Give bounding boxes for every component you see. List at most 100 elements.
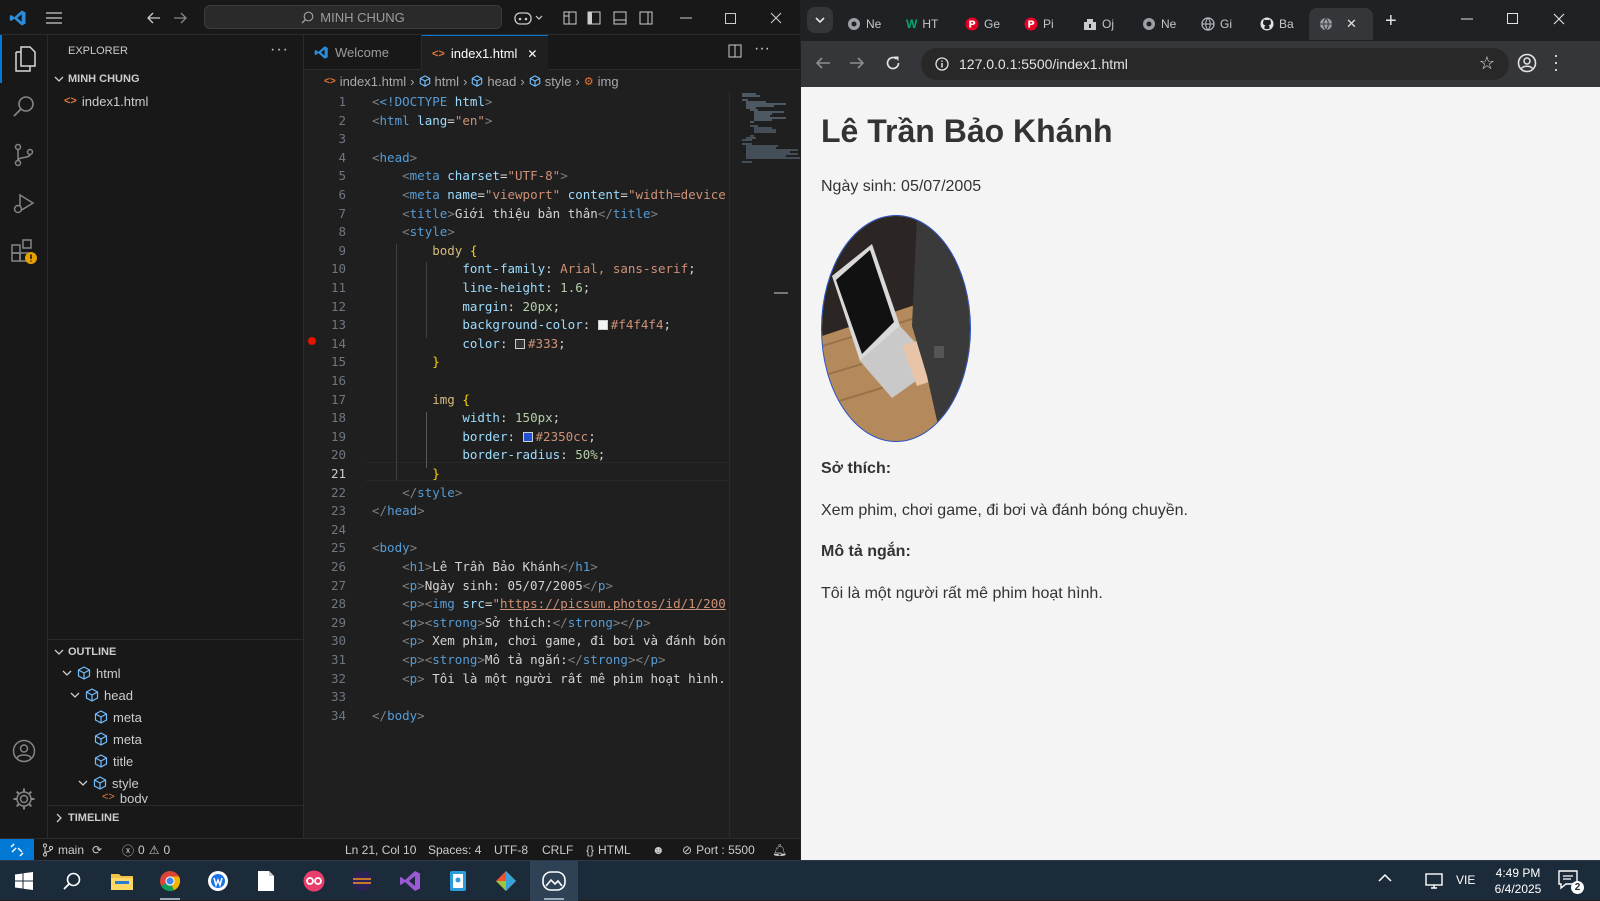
bookmark-star-icon[interactable]: ☆ <box>1479 53 1495 74</box>
command-center-search[interactable]: MINH CHUNG <box>204 5 502 29</box>
more-actions-icon[interactable]: ··· <box>270 41 289 59</box>
color-swatch[interactable] <box>522 431 533 442</box>
outline-item-html[interactable]: html <box>62 662 121 684</box>
visual-studio-icon[interactable] <box>386 861 434 901</box>
breadcrumb-item[interactable]: head <box>487 74 516 89</box>
back-arrow-icon[interactable] <box>144 8 164 28</box>
chrome-tab[interactable]: Gi <box>1191 8 1250 40</box>
more-actions-icon[interactable]: ··· <box>754 40 770 58</box>
timeline-header[interactable]: TIMELINE <box>48 805 304 829</box>
forward-arrow-icon[interactable] <box>849 55 865 71</box>
outline-item-title[interactable]: title <box>94 750 133 772</box>
search-icon[interactable] <box>0 83 48 131</box>
chrome-tab[interactable]: Ba <box>1250 8 1309 40</box>
chrome-tab[interactable]: W HT <box>896 8 955 40</box>
profile-icon[interactable] <box>1517 53 1537 73</box>
minimap[interactable] <box>729 92 800 838</box>
minimize-icon[interactable] <box>1461 12 1473 24</box>
eclipse-icon[interactable] <box>338 861 386 901</box>
chrome-tab-active[interactable]: ✕ <box>1309 8 1373 40</box>
back-arrow-icon[interactable] <box>815 55 831 71</box>
close-window-icon[interactable] <box>1553 13 1565 25</box>
language-mode[interactable]: {} HTML <box>586 839 631 861</box>
close-tab-icon[interactable]: ✕ <box>527 47 537 61</box>
photos-app-icon[interactable] <box>530 861 578 901</box>
breadcrumb-item[interactable]: img <box>598 74 619 89</box>
chrome-tab[interactable]: P Ge <box>955 8 1014 40</box>
close-window-icon[interactable] <box>766 8 786 28</box>
chrome-tab[interactable]: Ne <box>837 8 896 40</box>
maximize-icon[interactable] <box>1507 13 1518 24</box>
copilot-icon[interactable] <box>512 8 546 28</box>
reload-icon[interactable] <box>885 55 901 71</box>
extensions-icon[interactable] <box>0 227 48 275</box>
file-item-index1[interactable]: <> index1.html <box>64 90 148 112</box>
app-icon[interactable] <box>290 861 338 901</box>
code-editor[interactable]: 1 2 3 4 5 6 7 8 9 10 11 12 13 14 15 16 1… <box>304 92 729 838</box>
notification-center-icon[interactable]: 2 <box>1558 870 1584 894</box>
problems-indicator[interactable]: ⓧ 0 ⚠ 0 <box>122 839 170 861</box>
explorer-icon[interactable] <box>0 35 48 83</box>
indentation[interactable]: Spaces: 4 <box>428 839 481 861</box>
windows-start-icon[interactable] <box>0 861 48 901</box>
toggle-sidebar-icon[interactable] <box>584 8 604 28</box>
color-swatch[interactable] <box>515 338 526 349</box>
tab-welcome[interactable]: Welcome <box>304 35 422 70</box>
chevron-down-icon <box>70 692 80 698</box>
show-hidden-icons-chevron[interactable] <box>1378 873 1392 883</box>
breadcrumb-item[interactable]: html <box>435 74 460 89</box>
chrome-tab[interactable]: Oj <box>1073 8 1132 40</box>
line-number: 22 <box>330 484 346 500</box>
clock[interactable]: 4:49 PM 6/4/2025 <box>1486 865 1550 897</box>
input-language[interactable]: VIE <box>1456 873 1475 887</box>
run-debug-icon[interactable] <box>0 179 48 227</box>
outline-item-meta[interactable]: meta <box>94 728 142 750</box>
copilot-status-icon[interactable]: ☻ <box>652 839 665 861</box>
tab-search-chevron-icon[interactable] <box>807 7 833 33</box>
chrome-tab[interactable]: Ne <box>1132 8 1191 40</box>
toggle-secondary-sidebar-icon[interactable] <box>636 8 656 28</box>
settings-gear-icon[interactable] <box>0 775 48 823</box>
chrome-menu-kebab-icon[interactable]: · · · <box>1551 46 1561 78</box>
folder-header[interactable]: MINH CHUNG <box>48 68 304 90</box>
source-control-icon[interactable] <box>0 131 48 179</box>
search-icon[interactable] <box>48 861 96 901</box>
breadcrumb-item[interactable]: style <box>545 74 572 89</box>
minimize-icon[interactable] <box>676 8 696 28</box>
close-tab-icon[interactable]: ✕ <box>1346 16 1357 32</box>
menu-icon[interactable] <box>44 8 64 28</box>
notifications-bell-icon[interactable]: 🔔︎ <box>772 839 787 861</box>
accounts-icon[interactable] <box>0 727 48 775</box>
outline-item-meta[interactable]: meta <box>94 706 142 728</box>
remote-indicator-icon[interactable] <box>0 839 34 861</box>
pinterest-icon: P <box>1024 17 1038 31</box>
end-of-line[interactable]: CRLF <box>542 839 573 861</box>
cursor-position[interactable]: Ln 21, Col 10 <box>345 839 416 861</box>
chrome-icon[interactable] <box>146 861 194 901</box>
network-icon[interactable] <box>1424 872 1444 890</box>
tab-index1[interactable]: <> index1.html ✕ <box>422 35 548 71</box>
toggle-panel-icon[interactable] <box>610 8 630 28</box>
git-icon[interactable] <box>482 861 530 901</box>
chrome-tab[interactable]: P Pi <box>1014 8 1073 40</box>
outline-item-head[interactable]: head <box>70 684 133 706</box>
app-icon[interactable] <box>434 861 482 901</box>
split-editor-icon[interactable] <box>728 44 742 58</box>
color-swatch[interactable] <box>597 320 608 331</box>
file-explorer-icon[interactable] <box>98 861 146 901</box>
branch-indicator[interactable]: main ⟳ <box>42 839 102 861</box>
maximize-icon[interactable] <box>720 8 740 28</box>
vscode-window: MINH CHUNG EXPLORER ··· MINH CHUNG <> in… <box>0 0 800 861</box>
outline-item-body[interactable]: <> body <box>102 791 148 803</box>
breadcrumb-item[interactable]: index1.html <box>340 74 406 89</box>
address-bar[interactable]: 127.0.0.1:5500/index1.html ☆ <box>921 48 1509 80</box>
live-server-port[interactable]: ⊘ Port : 5500 <box>682 839 755 861</box>
new-tab-plus-icon[interactable]: + <box>1385 10 1397 33</box>
notepad-icon[interactable] <box>242 861 290 901</box>
forward-arrow-icon[interactable] <box>170 8 190 28</box>
layout-icon[interactable] <box>560 8 580 28</box>
encoding[interactable]: UTF-8 <box>494 839 528 861</box>
outline-header[interactable]: OUTLINE <box>48 639 304 663</box>
site-info-icon[interactable] <box>935 57 949 71</box>
app-icon[interactable] <box>194 861 242 901</box>
